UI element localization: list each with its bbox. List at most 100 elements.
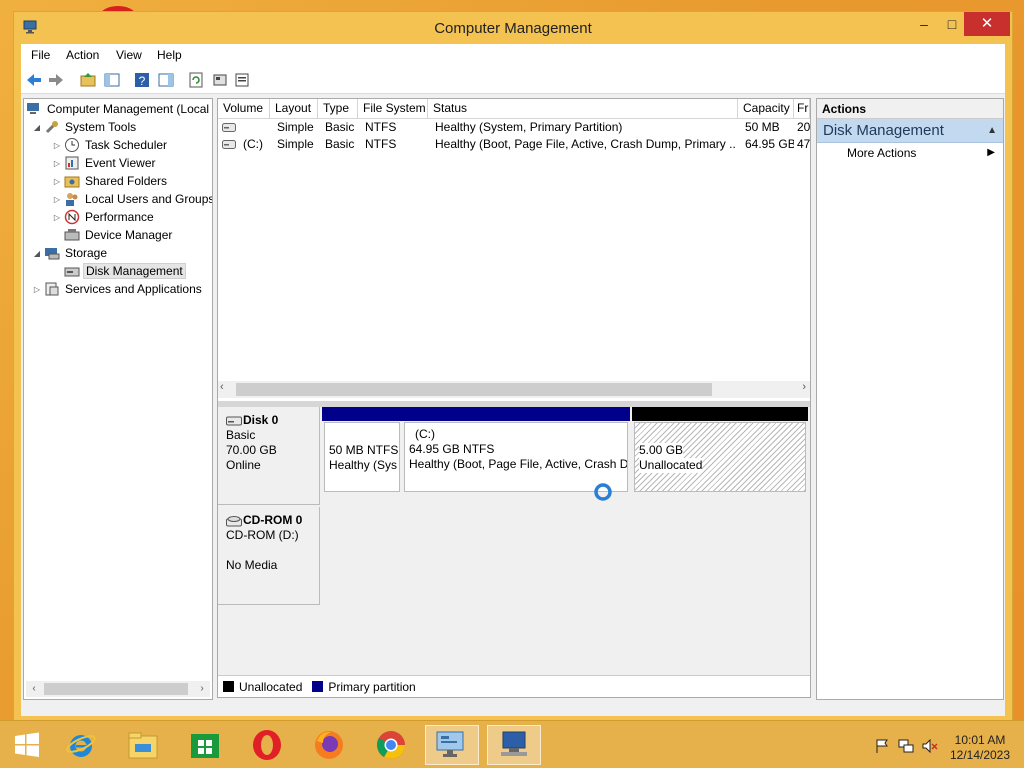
tree-item-performance[interactable]: ▷ Performance — [52, 208, 156, 226]
column-header-capacity[interactable]: Capacity — [738, 99, 794, 119]
tree-item-storage[interactable]: ◢ Storage — [32, 244, 109, 262]
export-list-icon[interactable] — [233, 71, 251, 89]
column-header-status[interactable]: Status — [428, 99, 738, 119]
internet-explorer-icon — [66, 735, 96, 757]
tree-item-system-tools[interactable]: ◢ System Tools — [32, 118, 138, 136]
taskbar-remote-desktop[interactable] — [487, 725, 541, 765]
flag-icon[interactable] — [874, 739, 890, 753]
svg-text:?: ? — [139, 74, 146, 88]
tree-item-shared-folders[interactable]: ▷ Shared Folders — [52, 172, 169, 190]
tree-horizontal-scrollbar[interactable]: ‹ › — [26, 681, 210, 697]
back-arrow-icon[interactable] — [25, 71, 43, 89]
tree-item-label: Local Users and Groups — [85, 192, 213, 206]
cell-file-system: NTFS — [365, 120, 397, 134]
help-icon[interactable]: ? — [133, 71, 151, 89]
taskbar-computer-management[interactable] — [425, 725, 479, 765]
taskbar-store[interactable] — [178, 725, 232, 765]
show-hide-action-pane-icon[interactable] — [157, 71, 175, 89]
action-more-actions[interactable]: More Actions ▶ — [817, 143, 1003, 163]
tree-item-label: Storage — [65, 246, 108, 260]
disk-0-label[interactable]: Disk 0 Basic 70.00 GB Online — [218, 407, 320, 505]
tree-item-label: System Tools — [65, 120, 137, 134]
title-bar[interactable]: Computer Management – □ ✕ — [14, 12, 1012, 44]
taskbar-firefox[interactable] — [302, 725, 356, 765]
properties-icon[interactable] — [211, 71, 229, 89]
disk-blank-line — [226, 543, 311, 558]
column-header-type[interactable]: Type — [318, 99, 358, 119]
volume-muted-icon[interactable] — [922, 739, 938, 753]
cell-capacity: 64.95 GB — [745, 137, 794, 151]
hard-disk-icon — [226, 416, 242, 425]
actions-section-disk-management[interactable]: Disk Management ▲ — [817, 119, 1003, 143]
up-folder-icon[interactable] — [79, 71, 97, 89]
volume-drive-icon — [222, 123, 236, 132]
cdrom-0-label[interactable]: CD-ROM 0 CD-ROM (D:) No Media — [218, 507, 320, 605]
menu-action[interactable]: Action — [66, 48, 99, 62]
scroll-right-icon[interactable]: › — [194, 681, 210, 697]
column-header-free-space[interactable]: Fr — [794, 99, 810, 119]
collapse-up-icon[interactable]: ▲ — [987, 119, 997, 143]
scroll-left-icon[interactable]: ‹ — [220, 381, 224, 393]
expander-icon[interactable]: ▷ — [52, 159, 62, 168]
expander-icon[interactable]: ▷ — [52, 141, 62, 150]
forward-arrow-icon[interactable] — [47, 71, 65, 89]
tree-item-event-viewer[interactable]: ▷ Event Viewer — [52, 154, 157, 172]
window-client-area: File Action View Help ? Computer Managem… — [21, 44, 1005, 716]
minimize-button[interactable]: – — [910, 12, 938, 36]
disk-management-icon — [64, 267, 80, 277]
scroll-right-icon[interactable]: › — [802, 381, 806, 393]
column-header-layout[interactable]: Layout — [270, 99, 318, 119]
tree-item-label: Services and Applications — [65, 282, 202, 296]
show-hide-console-tree-icon[interactable] — [103, 71, 121, 89]
cd-drive-icon — [226, 515, 242, 526]
column-header-file-system[interactable]: File System — [358, 99, 428, 119]
disk-type: Basic — [226, 428, 256, 442]
expander-icon[interactable]: ▷ — [52, 213, 62, 222]
partition-bar — [322, 407, 402, 421]
device-manager-icon — [64, 229, 80, 241]
tree-item-services-and-applications[interactable]: ▷ Services and Applications — [32, 280, 204, 298]
opera-icon — [253, 730, 281, 760]
column-header-volume[interactable]: Volume — [218, 99, 270, 119]
cell-layout: Simple — [277, 137, 314, 151]
tree-item-label: Device Manager — [85, 228, 173, 242]
system-clock[interactable]: 10:01 AM 12/14/2023 — [940, 733, 1020, 763]
scrollbar-thumb[interactable] — [236, 383, 712, 396]
start-button[interactable] — [0, 725, 54, 765]
partition-body: 50 MB NTFS Healthy (Sys — [324, 422, 400, 492]
expander-icon[interactable]: ◢ — [32, 123, 42, 132]
tree-item-task-scheduler[interactable]: ▷ Task Scheduler — [52, 136, 169, 154]
partition-c-drive[interactable]: (C:) 64.95 GB NTFS Healthy (Boot, Page F… — [402, 407, 630, 505]
taskbar-file-explorer[interactable] — [116, 725, 170, 765]
expander-icon[interactable]: ◢ — [32, 249, 42, 258]
scrollbar-thumb[interactable] — [44, 683, 188, 695]
partition-unallocated[interactable]: 5.00 GB Unallocated — [632, 407, 808, 505]
volume-list-horizontal-scrollbar[interactable]: ‹ › — [218, 381, 810, 398]
close-button[interactable]: ✕ — [964, 12, 1010, 36]
menu-file[interactable]: File — [31, 48, 50, 62]
partition-system-reserved[interactable]: 50 MB NTFS Healthy (Sys — [322, 407, 402, 505]
expander-icon[interactable]: ▷ — [52, 177, 62, 186]
expander-icon[interactable]: ▷ — [52, 195, 62, 204]
partition-size: 64.95 GB NTFS — [409, 442, 495, 456]
taskbar-chrome[interactable] — [364, 725, 418, 765]
console-tree: Computer Management (Local ◢ System Tool… — [23, 98, 213, 700]
tree-item-label: Task Scheduler — [85, 138, 168, 152]
tree-item-label: Computer Management (Local — [47, 102, 210, 116]
expander-icon[interactable]: ▷ — [32, 285, 42, 294]
refresh-icon[interactable] — [187, 71, 205, 89]
scroll-left-icon[interactable]: ‹ — [26, 681, 42, 697]
taskbar-opera[interactable] — [240, 725, 294, 765]
menu-help[interactable]: Help — [157, 48, 182, 62]
menu-view[interactable]: View — [116, 48, 142, 62]
maximize-button[interactable]: □ — [938, 12, 966, 36]
tree-item-computer-management[interactable]: Computer Management (Local — [26, 100, 211, 118]
tree-item-disk-management[interactable]: Disk Management — [64, 262, 186, 280]
disk-name: CD-ROM 0 — [243, 513, 303, 527]
tree-item-device-manager[interactable]: Device Manager — [64, 226, 174, 244]
tree-item-local-users-and-groups[interactable]: ▷ Local Users and Groups — [52, 190, 213, 208]
taskbar-internet-explorer[interactable] — [54, 725, 108, 765]
network-icon[interactable] — [898, 739, 914, 753]
status-bar — [23, 704, 1003, 714]
legend-label-unallocated: Unallocated — [239, 679, 303, 694]
